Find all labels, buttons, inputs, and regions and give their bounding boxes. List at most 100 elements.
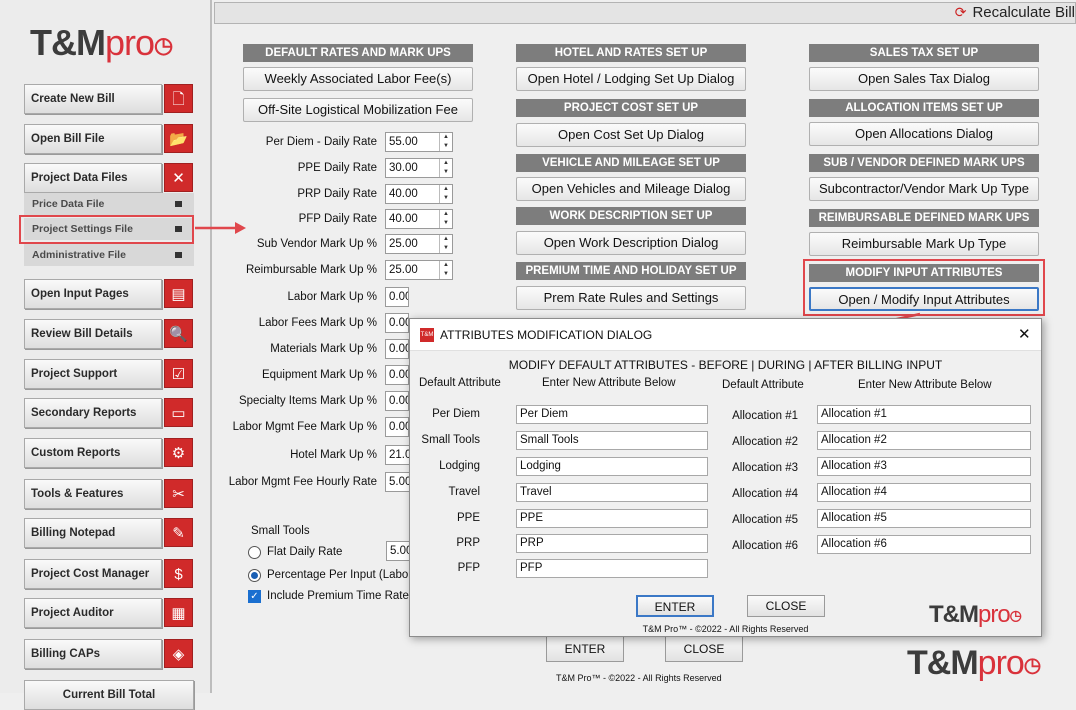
new-file-icon[interactable]: 🗋 — [164, 84, 193, 113]
report-icon[interactable]: ▭ — [164, 398, 193, 427]
spinner-arrows-icon[interactable]: ▲ ▼ — [439, 185, 452, 203]
attribute-input[interactable]: PFP — [516, 559, 708, 578]
section-header: SALES TAX SET UP — [809, 44, 1039, 62]
flat-daily-rate-label: Flat Daily Rate — [267, 546, 343, 558]
attribute-input[interactable]: PPE — [516, 509, 708, 528]
attribute-input[interactable]: Allocation #4 — [817, 483, 1031, 502]
nav-open-bill-file-button[interactable]: Open Bill File — [24, 124, 162, 154]
rate-input[interactable]: 55.00 ▲ ▼ — [385, 132, 453, 152]
rate-input[interactable]: 0.00 — [385, 339, 409, 359]
section-open-button[interactable]: Reimbursable Mark Up Type — [809, 232, 1039, 256]
section-open-button[interactable]: Prem Rate Rules and Settings — [516, 286, 746, 310]
rate-value: 40.00 — [389, 188, 418, 200]
attribute-input[interactable]: Per Diem — [516, 405, 708, 424]
nav-project-data-files-button[interactable]: Project Data Files — [24, 163, 162, 193]
rate-input[interactable]: 40.00 ▲ ▼ — [385, 184, 453, 204]
rate-input[interactable]: 30.00 ▲ ▼ — [385, 158, 453, 178]
notepad-icon[interactable]: ✎ — [164, 518, 193, 547]
tools-icon[interactable]: ✂ — [164, 479, 193, 508]
logo-tm-text: T&M — [907, 644, 979, 682]
sidebar-subitem-price-data[interactable]: Price Data File — [24, 193, 194, 215]
default-attribute-label: Small Tools — [421, 434, 480, 446]
document-icon[interactable]: ▤ — [164, 279, 193, 308]
rate-input[interactable]: 0.00 — [385, 391, 409, 411]
attribute-input[interactable]: Allocation #3 — [817, 457, 1031, 476]
search-document-icon[interactable]: 🔍 — [164, 319, 193, 348]
nav-secondary-reports-button[interactable]: Secondary Reports — [24, 398, 162, 428]
rate-input[interactable]: 0.00 — [385, 313, 409, 333]
percentage-per-input-radio[interactable] — [248, 569, 261, 582]
nav-billing-caps-button[interactable]: Billing CAPs — [24, 639, 162, 669]
logo-pro-text: pro — [977, 644, 1025, 682]
section-open-button[interactable]: Open Vehicles and Mileage Dialog — [516, 177, 746, 201]
logo-clock-icon: ◷ — [1009, 607, 1022, 624]
rate-input[interactable]: 25.00 ▲ ▼ — [385, 234, 453, 254]
recalculate-bill-button[interactable]: ⟳ Recalculate Bill — [955, 4, 1075, 21]
spinner-arrows-icon[interactable]: ▲ ▼ — [439, 235, 452, 253]
close-x-icon[interactable]: ✕ — [164, 163, 193, 192]
dialog-heading: MODIFY DEFAULT ATTRIBUTES - BEFORE | DUR… — [508, 358, 943, 372]
calculator-icon[interactable]: ▦ — [164, 598, 193, 627]
rate-label: Labor Mgmt Fee Mark Up % — [232, 421, 377, 433]
folder-open-icon[interactable]: 📂 — [164, 124, 193, 153]
section-open-button[interactable]: Open Cost Set Up Dialog — [516, 123, 746, 147]
section-open-button[interactable]: Open Work Description Dialog — [516, 231, 746, 255]
attribute-input[interactable]: Travel — [516, 483, 708, 502]
section-open-button[interactable]: Subcontractor/Vendor Mark Up Type — [809, 177, 1039, 201]
section-open-button[interactable]: Open Allocations Dialog — [809, 122, 1039, 146]
bottom-logo: T&Mpro◷ — [907, 644, 1041, 683]
section-open-button[interactable]: Open Hotel / Lodging Set Up Dialog — [516, 67, 746, 91]
dialog-close-icon[interactable]: ✕ — [1018, 325, 1031, 343]
top-bar: ⟳ Recalculate Bill — [214, 2, 1076, 24]
sidebar: T&Mpro◷ Create New Bill 🗋 Open Bill File 📂 P… — [0, 0, 212, 710]
rate-input[interactable]: 40.00 ▲ ▼ — [385, 209, 453, 229]
gear-document-icon[interactable]: ⚙ — [164, 438, 193, 467]
nav-billing-notepad-button[interactable]: Billing Notepad — [24, 518, 162, 548]
rate-input[interactable]: 0.00 — [385, 417, 409, 437]
nav-custom-reports-button[interactable]: Custom Reports — [24, 438, 162, 468]
flat-daily-rate-radio[interactable] — [248, 546, 261, 559]
main-enter-button[interactable]: ENTER — [546, 636, 624, 662]
rate-value: 0.00 — [389, 369, 408, 381]
attribute-input[interactable]: Allocation #1 — [817, 405, 1031, 424]
sidebar-subitem-administrative[interactable]: Administrative File — [24, 244, 194, 266]
main-copyright: T&M Pro™ - ©2022 - All Rights Reserved — [556, 673, 722, 683]
nav-project-cost-manager-button[interactable]: Project Cost Manager — [24, 559, 162, 589]
attribute-input[interactable]: Lodging — [516, 457, 708, 476]
offsite-mobilization-button[interactable]: Off-Site Logistical Mobilization Fee — [243, 98, 473, 122]
attribute-input[interactable]: Allocation #5 — [817, 509, 1031, 528]
section-header: WORK DESCRIPTION SET UP — [516, 207, 746, 225]
spinner-arrows-icon[interactable]: ▲ ▼ — [439, 261, 452, 279]
include-premium-checkbox[interactable]: ✓ — [248, 590, 261, 603]
dollar-document-icon[interactable]: $ — [164, 559, 193, 588]
dialog-enter-button[interactable]: ENTER — [636, 595, 714, 617]
rate-input[interactable]: 25.00 ▲ ▼ — [385, 260, 453, 280]
current-bill-total-button[interactable]: Current Bill Total — [24, 680, 194, 710]
attribute-input[interactable]: Allocation #6 — [817, 535, 1031, 554]
layers-icon[interactable]: ◈ — [164, 639, 193, 668]
weekly-labor-fee-button[interactable]: Weekly Associated Labor Fee(s) — [243, 67, 473, 91]
nav-project-support-button[interactable]: Project Support — [24, 359, 162, 389]
spinner-arrows-icon[interactable]: ▲ ▼ — [439, 210, 452, 228]
attribute-input[interactable]: PRP — [516, 534, 708, 553]
checklist-icon[interactable]: ☑ — [164, 359, 193, 388]
attribute-input[interactable]: Small Tools — [516, 431, 708, 450]
nav-create-new-bill-button[interactable]: Create New Bill — [24, 84, 162, 114]
section-header: PREMIUM TIME AND HOLIDAY SET UP — [516, 262, 746, 280]
nav-tools-features-button[interactable]: Tools & Features — [24, 479, 162, 509]
spinner-arrows-icon[interactable]: ▲ ▼ — [439, 159, 452, 177]
rate-input[interactable]: 0.00 — [385, 365, 409, 385]
default-attribute-label: Per Diem — [432, 408, 480, 420]
nav-project-auditor-button[interactable]: Project Auditor — [24, 598, 162, 628]
rate-input[interactable]: 0.00 — [385, 287, 409, 307]
refresh-icon: ⟳ — [954, 4, 967, 20]
default-attribute-label: Allocation #2 — [732, 436, 798, 448]
default-attribute-label: Allocation #3 — [732, 462, 798, 474]
attribute-input[interactable]: Allocation #2 — [817, 431, 1031, 450]
nav-review-bill-details-button[interactable]: Review Bill Details — [24, 319, 162, 349]
section-open-button[interactable]: Open Sales Tax Dialog — [809, 67, 1039, 91]
dialog-close-button[interactable]: CLOSE — [747, 595, 825, 617]
nav-open-input-pages-button[interactable]: Open Input Pages — [24, 279, 162, 309]
main-close-button[interactable]: CLOSE — [665, 636, 743, 662]
spinner-arrows-icon[interactable]: ▲ ▼ — [439, 133, 452, 151]
